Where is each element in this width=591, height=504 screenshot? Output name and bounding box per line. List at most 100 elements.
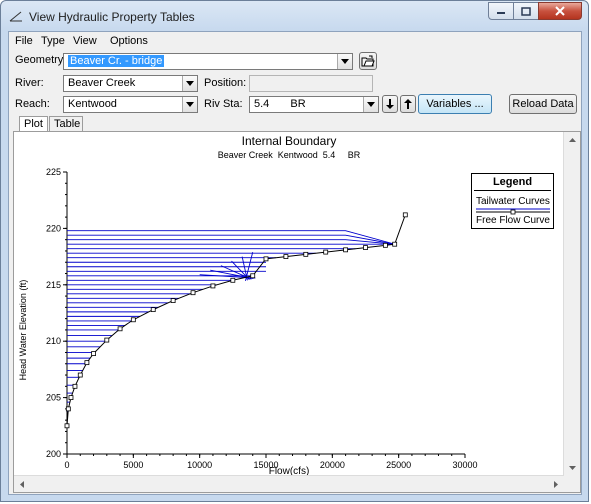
maximize-button[interactable]	[513, 2, 539, 20]
arrow-down-icon	[386, 99, 394, 109]
river-value: Beaver Creek	[68, 77, 136, 89]
chevron-down-icon	[341, 59, 349, 64]
scroll-left-button[interactable]	[14, 476, 30, 492]
scroll-up-button[interactable]	[564, 132, 580, 148]
free-flow-curve-jump	[252, 258, 267, 277]
legend-title: Legend	[492, 176, 533, 188]
x-tick-label: 0	[64, 460, 69, 470]
free-flow-marker	[68, 395, 74, 401]
chevron-down-icon	[186, 81, 194, 86]
tailwater-curve	[67, 230, 395, 245]
y-tick-label: 205	[46, 393, 61, 403]
scroll-corner	[564, 476, 580, 492]
free-flow-marker	[64, 423, 70, 429]
free-flow-marker	[343, 247, 349, 253]
free-flow-marker	[72, 383, 78, 389]
variables-button[interactable]: Variables ...	[418, 94, 492, 114]
y-axis-label: Head Water Elevation (ft)	[18, 280, 28, 381]
chevron-up-icon	[568, 138, 576, 142]
app-window: View Hydraulic Property Tables File Type…	[0, 0, 589, 502]
free-flow-marker	[170, 298, 176, 303]
rivsta-dropdown-button[interactable]	[363, 97, 378, 112]
x-tick-label: 25000	[386, 460, 411, 470]
menu-options[interactable]: Options	[110, 35, 148, 47]
reach-select[interactable]: Kentwood	[63, 96, 198, 113]
menu-view[interactable]: View	[73, 35, 97, 47]
vertical-scrollbar[interactable]	[563, 132, 580, 476]
free-flow-marker	[104, 337, 110, 343]
legend-item-free-flow: Free Flow Curve	[476, 215, 550, 226]
chevron-left-icon	[20, 480, 24, 488]
y-tick-label: 220	[46, 223, 61, 233]
position-label: Position:	[204, 77, 247, 89]
menu-file[interactable]: File	[15, 35, 33, 47]
minimize-button[interactable]	[488, 2, 514, 20]
rivsta-value: 5.4	[254, 98, 270, 110]
free-flow-marker	[77, 372, 83, 378]
title-bar[interactable]: View Hydraulic Property Tables	[1, 1, 588, 31]
chart-legend: Legend Tailwater Curves Free Flow Curve	[471, 173, 554, 229]
folder-open-icon	[361, 55, 375, 67]
y-tick-label: 225	[46, 167, 61, 177]
free-flow-marker	[150, 307, 156, 313]
rivsta-suffix: BR	[290, 98, 306, 110]
close-button[interactable]	[538, 2, 582, 20]
free-flow-marker	[382, 242, 388, 248]
y-tick-label: 200	[46, 449, 61, 459]
free-flow-marker	[402, 212, 408, 218]
free-flow-marker	[263, 256, 269, 262]
chart-subtitle: Beaver Creek Kentwood 5.4 BR	[218, 150, 361, 160]
tailwater-curve	[67, 239, 395, 245]
free-flow-marker	[117, 326, 123, 332]
scroll-down-button[interactable]	[564, 460, 580, 476]
chevron-right-icon	[554, 480, 558, 488]
x-tick-label: 5000	[123, 460, 143, 470]
geometry-value: Beaver Cr. - bridge	[68, 55, 165, 67]
position-field	[249, 75, 373, 92]
app-icon	[9, 11, 22, 22]
chevron-down-icon	[568, 466, 576, 470]
river-label: River:	[15, 77, 44, 89]
tab-plot[interactable]: Plot	[19, 116, 48, 132]
free-flow-marker	[65, 406, 71, 412]
scroll-right-button[interactable]	[548, 476, 564, 492]
geometry-dropdown-button[interactable]	[337, 54, 352, 69]
rivsta-select[interactable]: 5.4 BR	[249, 96, 379, 113]
tab-table[interactable]: Table	[49, 116, 83, 131]
next-station-button[interactable]	[382, 95, 398, 113]
chevron-down-icon	[186, 102, 194, 107]
free-flow-marker	[323, 249, 329, 255]
y-tick-label: 210	[46, 336, 61, 346]
free-flow-marker	[363, 245, 368, 250]
x-tick-label: 10000	[187, 460, 212, 470]
reach-label: Reach:	[15, 98, 50, 110]
client-area: File Type View Options Geometry: Beaver …	[8, 31, 582, 495]
free-flow-marker	[91, 351, 96, 357]
open-geometry-button[interactable]	[359, 52, 377, 70]
maximize-icon	[521, 6, 531, 16]
menu-type[interactable]: Type	[41, 35, 65, 47]
geometry-select[interactable]: Beaver Cr. - bridge	[63, 53, 353, 70]
free-flow-marker	[210, 283, 216, 289]
reload-data-button[interactable]: Reload Data	[509, 94, 577, 114]
free-flow-marker	[283, 254, 289, 259]
x-tick-label: 30000	[452, 460, 477, 470]
close-icon	[555, 6, 565, 16]
window-title: View Hydraulic Property Tables	[29, 10, 195, 24]
horizontal-scrollbar[interactable]	[14, 475, 564, 492]
x-tick-label: 20000	[320, 460, 345, 470]
previous-station-button[interactable]	[400, 95, 416, 113]
free-flow-marker	[303, 251, 309, 257]
free-flow-curve-upper	[265, 214, 406, 260]
free-flow-marker	[392, 241, 398, 247]
free-flow-marker	[84, 360, 90, 366]
free-flow-marker	[250, 273, 256, 279]
free-flow-marker	[230, 277, 236, 283]
reach-dropdown-button[interactable]	[182, 97, 197, 112]
river-dropdown-button[interactable]	[182, 76, 197, 91]
menu-bar: File Type View Options	[9, 32, 581, 50]
arrow-up-icon	[404, 99, 412, 109]
free-flow-marker	[130, 317, 136, 323]
river-select[interactable]: Beaver Creek	[63, 75, 198, 92]
chevron-down-icon	[367, 102, 375, 107]
